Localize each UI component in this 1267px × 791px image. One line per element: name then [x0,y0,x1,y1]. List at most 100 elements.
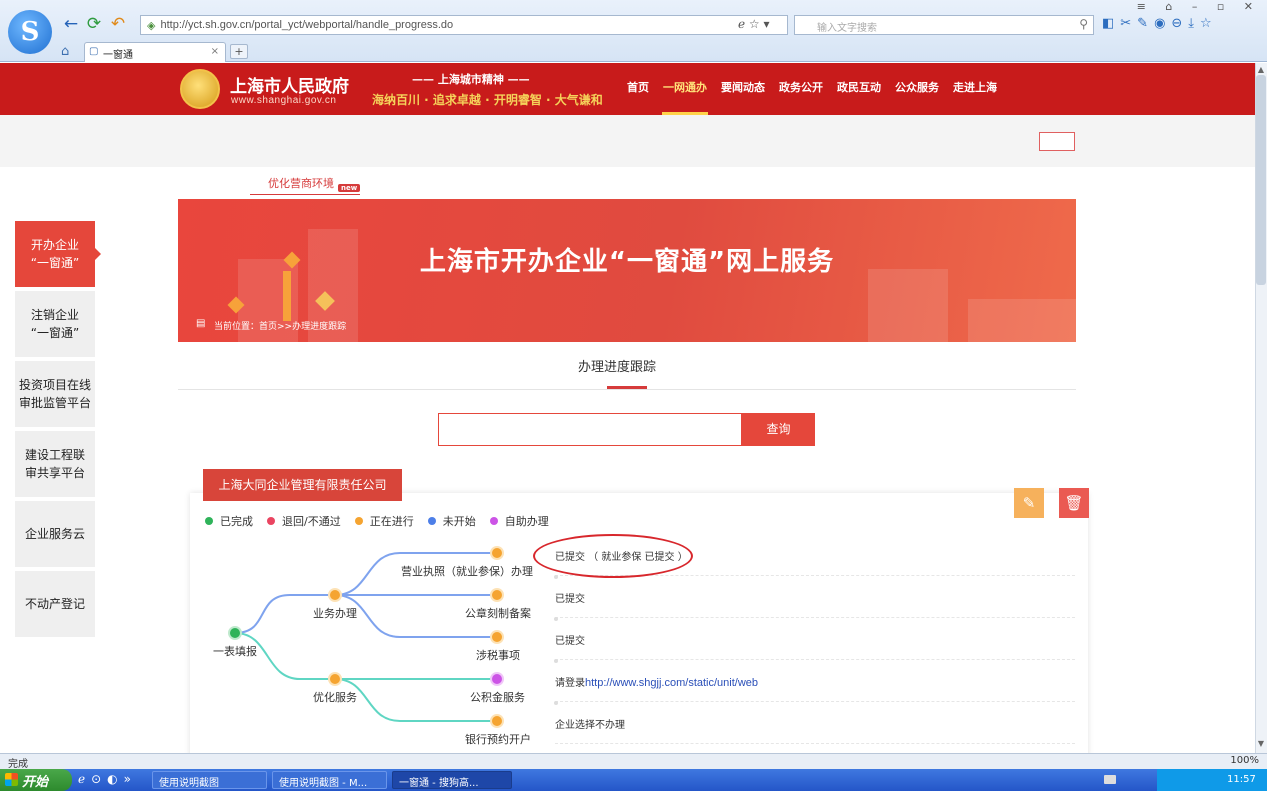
location-icon: ▤ [196,318,206,329]
taskbar: 开始 ℯ⊙◐» 使用说明截图 使用说明截图 - M... 一窗通 - 搜狗高..… [0,769,1267,791]
new-badge: new [338,184,361,192]
nav-one-network[interactable]: 一网通办 [656,63,714,115]
start-label: 开始 [22,775,49,790]
node-label-bank: 银行预约开户 [465,733,531,746]
search-icon[interactable]: ⚲ [1079,17,1088,31]
building-decoration [968,299,1076,342]
sidebar-item-enterprise-cloud[interactable]: 企业服务云 [15,501,95,567]
tab-title: 一窗通 [103,50,133,61]
nav-about-shanghai[interactable]: 走进上海 [946,63,1004,115]
nav-home[interactable]: 首页 [620,63,656,115]
gov-emblem-icon [180,69,220,109]
query-button[interactable]: 查询 [742,413,815,446]
sidebar-item-close-business[interactable]: 注销企业 “一窗通” [15,291,95,357]
sidebar-item-investment[interactable]: 投资项目在线 审批监管平台 [15,361,95,427]
legend-dot [427,517,436,525]
page-content: 上海市人民政府 www.shanghai.gov.cn —— 上海城市精神 ——… [0,63,1255,753]
address-bar[interactable]: ◈ http://yct.sh.gov.cn/portal_yct/webpor… [140,15,788,35]
browser-tab[interactable]: ▢ 一窗通 × [84,42,226,62]
scroll-thumb[interactable] [1256,75,1266,285]
status-divider [555,701,1075,702]
site-header: 上海市人民政府 www.shanghai.gov.cn —— 上海城市精神 ——… [0,63,1255,115]
window-controls[interactable]: ≡ ⌂ – ▫ ✕ [1137,0,1261,13]
status-dot [554,701,558,705]
gray-band [0,115,1255,167]
legend: 已完成 退回/不通过 正在进行 未开始 自助办理 [205,513,549,529]
main-nav: 首页 一网通办 要闻动态 政务公开 政民互动 公众服务 走进上海 [620,63,1004,115]
document-icon: ▢ [89,46,99,57]
close-tab-icon[interactable]: × [211,46,219,57]
toolbar-icons[interactable]: ◧✂✎◉⊖⤓☆ [1102,16,1218,31]
nav-interaction[interactable]: 政民互动 [830,63,888,115]
shield-icon: ◈ [147,19,156,32]
progress-search-input[interactable] [438,413,742,446]
nav-news[interactable]: 要闻动态 [714,63,772,115]
sogou-logo-icon: S [8,10,52,54]
taskbar-item[interactable]: 使用说明截图 [152,771,267,789]
zoom-level[interactable]: 100% [1230,755,1259,766]
back-arrow-icon[interactable]: ← [61,14,81,34]
edit-icon[interactable]: ✎ [1014,488,1044,518]
status-divider [555,659,1075,660]
status-dot [554,617,558,621]
taskbar-item-active[interactable]: 一窗通 - 搜狗高... [392,771,512,789]
browser-statusbar: 完成 100% [0,753,1267,770]
sidebar-item-open-business[interactable]: 开办企业 “一窗通” [15,221,101,287]
breadcrumb[interactable]: 当前位置：首页>>办理进度跟踪 [214,319,346,332]
browser-toolbar: S ← ⟳ ↶ ◈ http://yct.sh.gov.cn/portal_yc… [0,0,1267,62]
trash-icon[interactable]: 🗑 [1059,488,1089,518]
company-name-tab[interactable]: 上海大同企业管理有限责任公司 [203,469,402,501]
promo-tag[interactable]: 优化营商环境 new [250,175,361,195]
search-placeholder: 输入文字搜索 [817,23,877,34]
sidebar-item-real-estate[interactable]: 不动产登记 [15,571,95,637]
clock: 11:57 [1227,774,1256,785]
status-fund-prefix: 请登录 [555,678,585,689]
taskbar-item[interactable]: 使用说明截图 - M... [272,771,387,789]
start-button[interactable]: 开始 [0,769,72,791]
legend-item: 未开始 [427,513,476,529]
status-divider [555,617,1075,618]
divider [178,389,1076,390]
legend-dot [354,517,363,525]
legend-label: 正在进行 [369,515,414,528]
node-label-tax: 涉税事项 [476,649,520,662]
gov-title[interactable]: 上海市人民政府 [230,72,349,97]
system-tray: 11:57 [1157,769,1267,791]
legend-label: 自助办理 [504,515,549,528]
gov-url: www.shanghai.gov.cn [231,95,337,106]
scroll-up-icon[interactable]: ▲ [1256,65,1266,75]
building-decoration [868,269,948,342]
nav-public-service[interactable]: 公众服务 [888,63,946,115]
home-icon[interactable]: ⌂ [61,44,69,59]
quick-launch-icons[interactable]: ℯ⊙◐» [78,772,137,786]
banner-title: 上海市开办企业“一窗通”网上服务 [419,247,835,277]
refresh-icon[interactable]: ⟳ [84,14,104,34]
status-fund-link[interactable]: http://www.shgjj.com/static/unit/web [585,677,758,689]
status-tax: 已提交 [555,636,585,647]
nav-gov-affairs[interactable]: 政务公开 [772,63,830,115]
favorite-star-icon[interactable]: ℯ ☆ ▾ [738,17,770,31]
new-tab-button[interactable]: + [230,44,248,59]
legend-item: 自助办理 [489,513,549,529]
node-label-fund: 公积金服务 [470,691,525,704]
status-dot [554,575,558,579]
company-panel [190,493,1088,753]
legend-item: 正在进行 [354,513,414,529]
windows-flag-icon [5,773,18,786]
vertical-scrollbar[interactable]: ▲ ▼ [1255,63,1267,753]
browser-search-input[interactable]: 输入文字搜索 ⚲ [794,15,1094,35]
status-text: 完成 [8,759,28,770]
legend-dot [489,517,498,525]
promo-label: 优化营商环境 [268,177,334,190]
scroll-down-icon[interactable]: ▼ [1256,739,1266,749]
undo-icon[interactable]: ↶ [108,14,128,34]
node-label-root: 一表填报 [213,645,257,658]
keyboard-icon[interactable] [1104,775,1116,784]
node-label-seal: 公章刻制备案 [465,607,531,620]
sidebar-item-construction[interactable]: 建设工程联 审共享平台 [15,431,95,497]
header-small-button[interactable] [1039,132,1075,151]
legend-item: 已完成 [205,513,253,529]
node-label-license: 营业执照（就业参保）办理 [401,565,533,578]
legend-label: 已完成 [220,515,253,528]
spirit-title: —— 上海城市精神 —— [412,73,530,86]
